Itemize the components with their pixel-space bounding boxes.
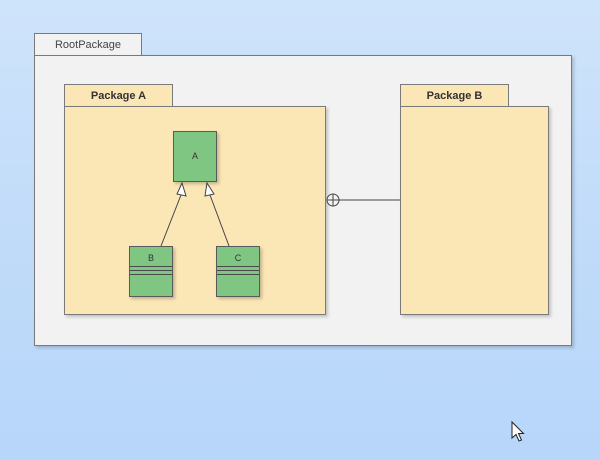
class-b[interactable]: B xyxy=(129,246,173,297)
class-b-compartment-divider xyxy=(130,270,172,271)
class-c-compartment-divider xyxy=(217,274,259,275)
class-a-name: A xyxy=(191,151,198,161)
class-c-name: C xyxy=(234,253,242,263)
connectors-layer xyxy=(160,181,525,442)
nesting-circle-plus-icon xyxy=(326,193,340,207)
class-c-compartment-divider xyxy=(217,266,259,267)
generalization-arrowhead-c xyxy=(204,181,215,197)
class-a[interactable]: A xyxy=(173,131,217,182)
class-b-compartment-divider xyxy=(130,274,172,275)
generalization-arrowhead-b xyxy=(176,181,187,197)
class-b-compartment-divider xyxy=(130,266,172,267)
generalization-b-a[interactable] xyxy=(160,194,182,247)
class-c[interactable]: C xyxy=(216,246,260,297)
class-b-name: B xyxy=(147,253,154,263)
class-c-compartment-divider xyxy=(217,270,259,271)
generalization-c-a[interactable] xyxy=(209,194,230,247)
mouse-cursor-icon xyxy=(511,420,525,442)
